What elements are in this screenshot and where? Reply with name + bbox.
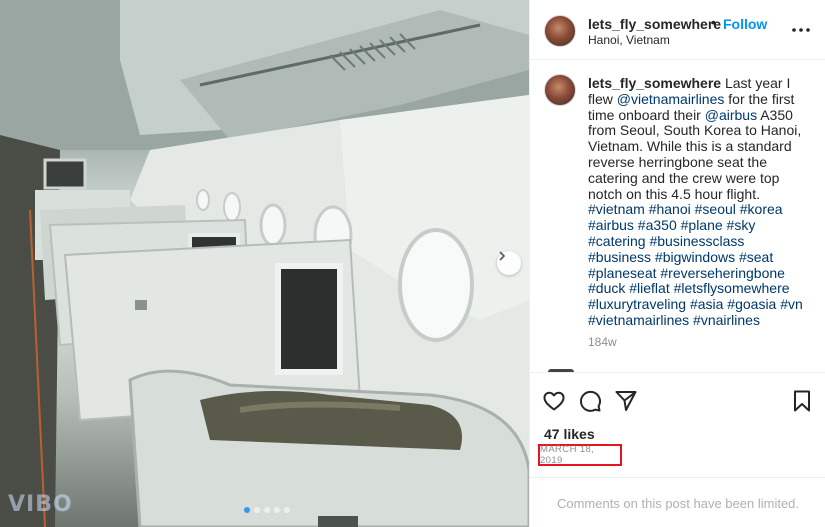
avatar[interactable] <box>544 15 576 47</box>
carousel-dot <box>264 507 270 513</box>
heart-icon[interactable] <box>542 389 566 413</box>
post-age: 184w <box>588 335 617 349</box>
comment-icon[interactable] <box>578 389 602 413</box>
separator-dot: • <box>711 14 716 30</box>
share-icon[interactable] <box>614 389 638 413</box>
caption-text: lets_fly_somewhere Last year I flew @vie… <box>588 75 810 329</box>
bookmark-icon[interactable] <box>790 389 814 413</box>
next-photo-button[interactable] <box>497 251 521 275</box>
more-horizontal-icon[interactable] <box>789 20 813 40</box>
carousel-dot <box>254 507 260 513</box>
caption-tag-link[interactable]: #vietnam #hanoi #seoul #korea #airbus #a… <box>588 201 803 328</box>
avatar[interactable] <box>544 74 576 106</box>
post-header: lets_fly_somewhere • Follow Hanoi, Vietn… <box>530 0 825 60</box>
carousel-dot <box>274 507 280 513</box>
comment-section: Comments on this post have been limited. <box>530 477 825 527</box>
likes-count[interactable]: 47 likes <box>544 426 595 442</box>
cabin-illustration <box>0 0 529 527</box>
carousel-indicator <box>244 507 290 513</box>
comments-limited-notice: Comments on this post have been limited. <box>556 496 800 511</box>
username-link[interactable]: lets_fly_somewhere <box>588 16 721 32</box>
post-date-highlight: MARCH 18, 2019 <box>538 444 622 466</box>
caption-tag-link[interactable]: @airbus <box>705 107 757 123</box>
carousel-dot <box>284 507 290 513</box>
post-side-panel: lets_fly_somewhere • Follow Hanoi, Vietn… <box>529 0 825 527</box>
photo-watermark: VIBO <box>8 492 73 517</box>
caption-username[interactable]: lets_fly_somewhere <box>588 75 721 91</box>
carousel-dot <box>244 507 250 513</box>
post-photo[interactable]: VIBO <box>0 0 529 527</box>
caption-tag-link[interactable]: @vietnamairlines <box>617 91 725 107</box>
caption-body: Last year I flew @vietnamairlines for th… <box>588 75 803 328</box>
post-date[interactable]: MARCH 18, 2019 <box>540 444 620 466</box>
caption-area: lets_fly_somewhere Last year I flew @vie… <box>530 60 825 372</box>
next-arrow-icon <box>499 251 506 261</box>
location-link[interactable]: Hanoi, Vietnam <box>588 33 670 47</box>
action-bar: 47 likes MARCH 18, 2019 <box>530 372 825 477</box>
follow-button[interactable]: Follow <box>723 16 767 32</box>
